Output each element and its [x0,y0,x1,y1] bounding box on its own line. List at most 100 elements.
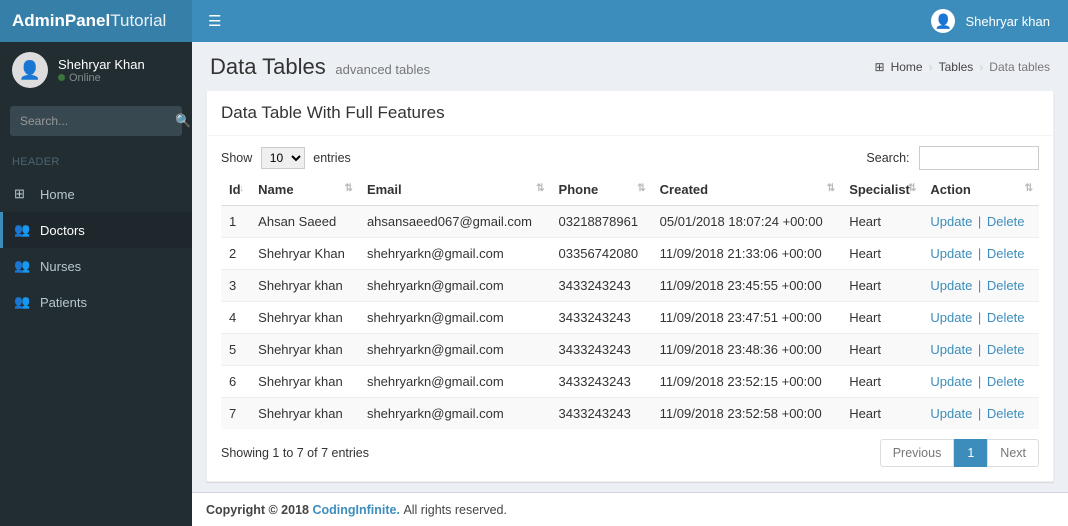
delete-link[interactable]: Delete [987,214,1025,229]
sidebar-item-patients[interactable]: 👥 Patients [0,284,192,320]
delete-link[interactable]: Delete [987,342,1025,357]
next-page-button[interactable]: Next [987,439,1039,467]
table-row: 5Shehryar khanshehryarkn@gmail.com343324… [221,334,1039,366]
sort-icon: ⇅ [637,183,645,194]
action-separator: | [974,214,985,229]
header-user-area[interactable]: 👤 Shehryar khan [931,9,1068,33]
update-link[interactable]: Update [930,374,972,389]
cell-action: Update | Delete [922,270,1039,302]
menu-toggle-button[interactable]: ☰ [192,12,237,30]
delete-link[interactable]: Delete [987,310,1025,325]
dashboard-icon: ⊞ [14,186,30,202]
delete-link[interactable]: Delete [987,406,1025,421]
cell-email: shehryarkn@gmail.com [359,270,551,302]
breadcrumb-tables[interactable]: Tables [939,60,974,74]
chevron-right-icon: › [929,60,933,74]
cell-id: 6 [221,366,250,398]
update-link[interactable]: Update [930,278,972,293]
page-1-button[interactable]: 1 [954,439,987,467]
box-title: Data Table With Full Features [207,91,1053,136]
col-header[interactable]: Specialist⇅ [841,174,922,206]
top-header: AdminPanelTutorial ☰ 👤 Shehryar khan [0,0,1068,42]
page-title: Data Tables [210,54,326,79]
sort-icon: ⇅ [1025,183,1033,194]
table-search-input[interactable] [919,146,1039,170]
sidebar-search[interactable]: 🔍 [10,106,182,136]
cell-name: Shehryar khan [250,334,359,366]
table-row: 7Shehryar khanshehryarkn@gmail.com343324… [221,398,1039,430]
cell-name: Shehryar khan [250,270,359,302]
cell-action: Update | Delete [922,238,1039,270]
avatar: 👤 [931,9,955,33]
content-header: Data Tables advanced tables ⊞ Home › Tab… [192,42,1068,90]
cell-name: Ahsan Saeed [250,206,359,238]
pagination: Previous 1 Next [880,439,1039,467]
table-row: 2Shehryar Khanshehryarkn@gmail.com033567… [221,238,1039,270]
cell-specialist: Heart [841,366,922,398]
table-row: 1Ahsan Saeedahsansaeed067@gmail.com03218… [221,206,1039,238]
cell-created: 11/09/2018 23:48:36 +00:00 [652,334,842,366]
delete-link[interactable]: Delete [987,374,1025,389]
main-content: Data Tables advanced tables ⊞ Home › Tab… [192,42,1068,526]
update-link[interactable]: Update [930,342,972,357]
cell-created: 11/09/2018 23:47:51 +00:00 [652,302,842,334]
sidebar-item-nurses[interactable]: 👥 Nurses [0,248,192,284]
cell-specialist: Heart [841,398,922,430]
cell-id: 7 [221,398,250,430]
delete-link[interactable]: Delete [987,246,1025,261]
cell-id: 2 [221,238,250,270]
cell-specialist: Heart [841,334,922,366]
sort-icon: ⇅ [536,183,544,194]
breadcrumb-current: Data tables [989,60,1050,74]
update-link[interactable]: Update [930,310,972,325]
sidebar-item-label: Nurses [40,259,81,274]
sidebar-item-label: Home [40,187,75,202]
users-icon: 👥 [14,258,30,274]
col-header[interactable]: Id↓ [221,174,250,206]
cell-id: 3 [221,270,250,302]
datatable-controls: Show 10 entries Search: [221,146,1039,170]
table-row: 4Shehryar khanshehryarkn@gmail.com343324… [221,302,1039,334]
cell-created: 11/09/2018 21:33:06 +00:00 [652,238,842,270]
update-link[interactable]: Update [930,406,972,421]
cell-email: shehryarkn@gmail.com [359,238,551,270]
page-subtitle: advanced tables [335,62,430,77]
cell-id: 1 [221,206,250,238]
cell-email: shehryarkn@gmail.com [359,398,551,430]
action-separator: | [974,374,985,389]
footer: Copyright © 2018 CodingInfinite. All rig… [192,492,1068,526]
cell-phone: 3433243243 [551,334,652,366]
brand-light: Tutorial [110,11,166,31]
online-dot-icon [58,74,65,81]
footer-link[interactable]: CodingInfinite. [312,503,399,517]
prev-page-button[interactable]: Previous [880,439,955,467]
delete-link[interactable]: Delete [987,278,1025,293]
sidebar-item-doctors[interactable]: 👥 Doctors [0,212,192,248]
cell-specialist: Heart [841,238,922,270]
cell-created: 11/09/2018 23:52:15 +00:00 [652,366,842,398]
update-link[interactable]: Update [930,246,972,261]
sidebar-item-home[interactable]: ⊞ Home [0,176,192,212]
col-header[interactable]: Phone⇅ [551,174,652,206]
search-icon[interactable]: 🔍 [175,113,191,129]
col-header[interactable]: Email⇅ [359,174,551,206]
cell-phone: 3433243243 [551,270,652,302]
chevron-right-icon: › [979,60,983,74]
cell-name: Shehryar khan [250,366,359,398]
col-header[interactable]: Action⇅ [922,174,1039,206]
sort-icon: ⇅ [908,183,916,194]
col-header[interactable]: Name⇅ [250,174,359,206]
action-separator: | [974,246,985,261]
cell-created: 11/09/2018 23:52:58 +00:00 [652,398,842,430]
search-input[interactable] [20,114,175,128]
cell-action: Update | Delete [922,334,1039,366]
breadcrumb-home[interactable]: Home [891,60,923,74]
sidebar-user-name: Shehryar Khan [58,57,145,72]
header-user-name: Shehryar khan [965,14,1050,29]
length-select[interactable]: 10 [261,147,305,169]
sort-icon: ⇅ [827,183,835,194]
users-icon: 👥 [14,222,30,238]
update-link[interactable]: Update [930,214,972,229]
col-header[interactable]: Created⇅ [652,174,842,206]
brand-logo[interactable]: AdminPanelTutorial [0,0,192,42]
